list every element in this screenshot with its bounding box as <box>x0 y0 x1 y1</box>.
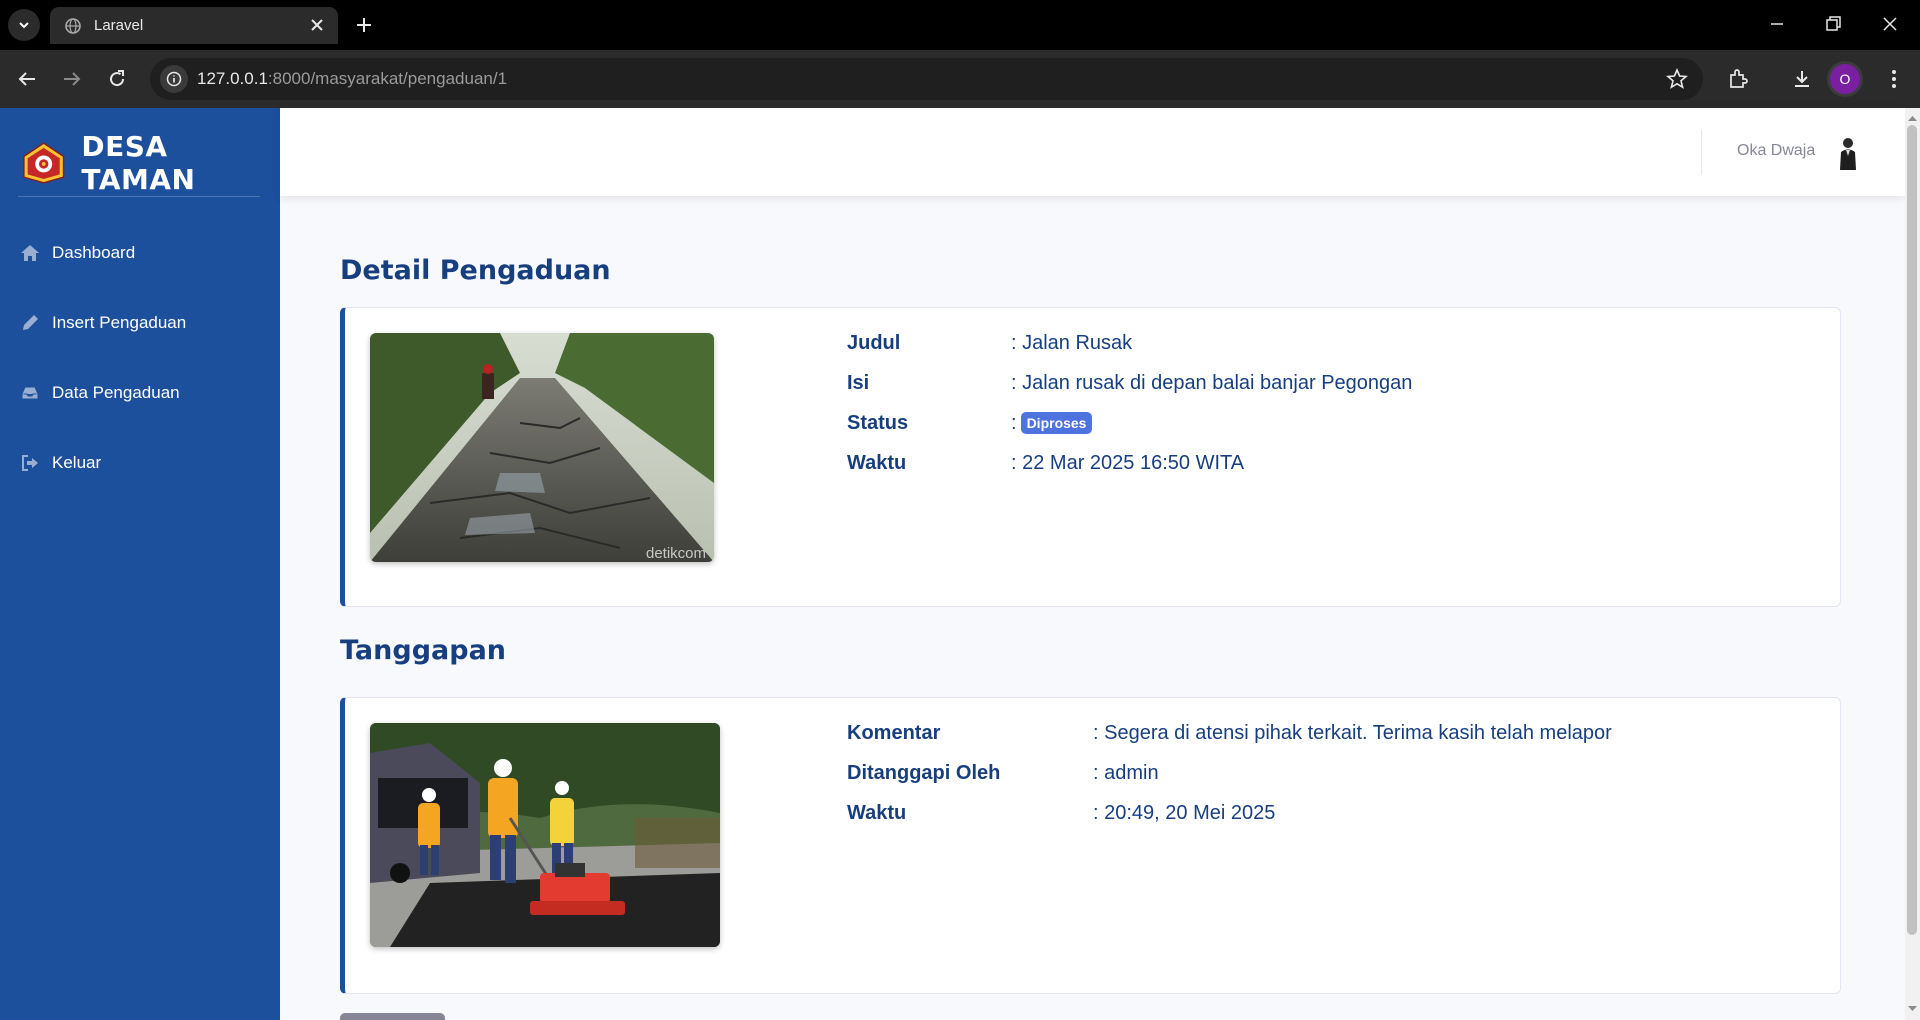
detail-heading: Detail Pengaduan <box>340 255 611 286</box>
field-value: : Jalan rusak di depan balai banjar Pego… <box>1011 371 1413 394</box>
address-bar[interactable]: 127.0.0.1:8000/masyarakat/pengaduan/1 <box>150 58 1703 100</box>
globe-icon <box>65 17 81 34</box>
complaint-photo: detikcom <box>370 333 714 562</box>
response-photo <box>370 723 720 947</box>
url-host: 127.0.0.1 <box>197 69 268 88</box>
profile-avatar[interactable]: O <box>1830 64 1860 94</box>
detail-row-status: Status : Diproses <box>847 408 1093 438</box>
response-card: Komentar : Segera di atensi pihak terkai… <box>340 697 1841 994</box>
field-value: : 22 Mar 2025 16:50 WITA <box>1011 451 1245 474</box>
back-arrow-icon[interactable] <box>15 67 39 91</box>
brand[interactable]: DESA TAMAN <box>22 130 280 196</box>
home-icon <box>21 245 39 261</box>
user-name[interactable]: Oka Dwaja <box>1737 142 1815 160</box>
response-row-ditanggapi-oleh: Ditanggapi Oleh : admin <box>847 758 1159 788</box>
field-label: Waktu <box>847 801 907 824</box>
site-info-icon[interactable] <box>160 65 188 93</box>
forward-arrow-icon[interactable] <box>60 67 84 91</box>
user-photo <box>1840 138 1856 170</box>
field-value: : 20:49, 20 Mei 2025 <box>1093 801 1276 824</box>
tab-title: Laravel <box>94 17 144 34</box>
chevron-down-icon <box>19 22 29 29</box>
sidebar-item-keluar[interactable]: Keluar <box>20 443 265 483</box>
field-label: Status <box>847 411 909 434</box>
field-label: Judul <box>847 331 901 354</box>
user-avatar[interactable] <box>1828 132 1868 172</box>
detail-card: detikcom Judul : Jalan Rusak Isi : Jalan… <box>340 307 1841 607</box>
reload-icon[interactable] <box>105 67 129 91</box>
response-heading: Tanggapan <box>340 635 507 666</box>
sidebar-item-dashboard[interactable]: Dashboard <box>20 233 265 273</box>
topbar-divider <box>1701 130 1702 175</box>
field-label: Waktu <box>847 451 907 474</box>
url-path: :8000/masyarakat/pengaduan/1 <box>267 69 508 88</box>
detail-row-judul: Judul : Jalan Rusak <box>847 328 1132 358</box>
sidebar-item-label: Dashboard <box>52 243 136 262</box>
sign-out-icon <box>22 455 38 471</box>
back-button[interactable] <box>340 1013 445 1020</box>
sidebar-item-label: Data Pengaduan <box>52 383 180 402</box>
village-emblem-logo <box>23 142 65 184</box>
scroll-down-icon[interactable] <box>1907 1003 1918 1014</box>
url-text[interactable]: 127.0.0.1:8000/masyarakat/pengaduan/1 <box>197 69 507 89</box>
detail-row-waktu: Waktu : 22 Mar 2025 16:50 WITA <box>847 448 1244 478</box>
pencil-icon <box>23 315 38 330</box>
tab-search-button[interactable] <box>8 9 40 41</box>
field-value: : admin <box>1093 761 1159 784</box>
restore-icon[interactable] <box>1821 12 1845 36</box>
field-value: : Diproses <box>1011 411 1093 435</box>
photo-watermark: detikcom <box>646 545 706 562</box>
more-menu-icon[interactable] <box>1882 67 1906 91</box>
sidebar: DESA TAMAN Dashboard Insert Pengaduan Da… <box>0 108 280 1020</box>
close-tab-icon[interactable] <box>308 16 326 34</box>
download-icon[interactable] <box>1790 67 1814 91</box>
scroll-up-icon[interactable] <box>1907 113 1918 124</box>
field-value: : Jalan Rusak <box>1011 331 1133 354</box>
field-label: Komentar <box>847 721 941 744</box>
sidebar-divider <box>18 196 260 197</box>
browser-tab-bar: Laravel <box>0 0 1920 50</box>
field-label: Isi <box>847 371 870 394</box>
browser-toolbar: 127.0.0.1:8000/masyarakat/pengaduan/1 <box>0 50 1920 108</box>
scrollbar-thumb[interactable] <box>1907 125 1917 935</box>
sidebar-item-insert-pengaduan[interactable]: Insert Pengaduan <box>20 303 265 343</box>
close-window-icon[interactable] <box>1878 12 1902 36</box>
extensions-icon[interactable] <box>1726 67 1750 91</box>
status-badge: Diproses <box>1020 412 1093 435</box>
minimize-icon[interactable] <box>1765 12 1789 36</box>
response-row-waktu: Waktu : 20:49, 20 Mei 2025 <box>847 798 1275 828</box>
sidebar-item-label: Keluar <box>52 453 102 472</box>
field-value: : Segera di atensi pihak terkait. Terima… <box>1093 721 1612 744</box>
topbar: Oka Dwaja <box>280 108 1905 196</box>
field-label: Ditanggapi Oleh <box>847 761 1001 784</box>
inbox-icon <box>21 386 39 400</box>
bookmark-star-icon[interactable] <box>1665 67 1689 91</box>
browser-tab[interactable]: Laravel <box>50 7 338 44</box>
new-tab-icon[interactable] <box>352 13 376 37</box>
detail-row-isi: Isi : Jalan rusak di depan balai banjar … <box>847 368 1412 398</box>
response-row-komentar: Komentar : Segera di atensi pihak terkai… <box>847 718 1612 748</box>
status-prefix: : <box>1011 411 1017 434</box>
brand-name: DESA TAMAN <box>81 130 196 196</box>
sidebar-item-data-pengaduan[interactable]: Data Pengaduan <box>20 373 265 413</box>
sidebar-item-label: Insert Pengaduan <box>52 313 187 332</box>
